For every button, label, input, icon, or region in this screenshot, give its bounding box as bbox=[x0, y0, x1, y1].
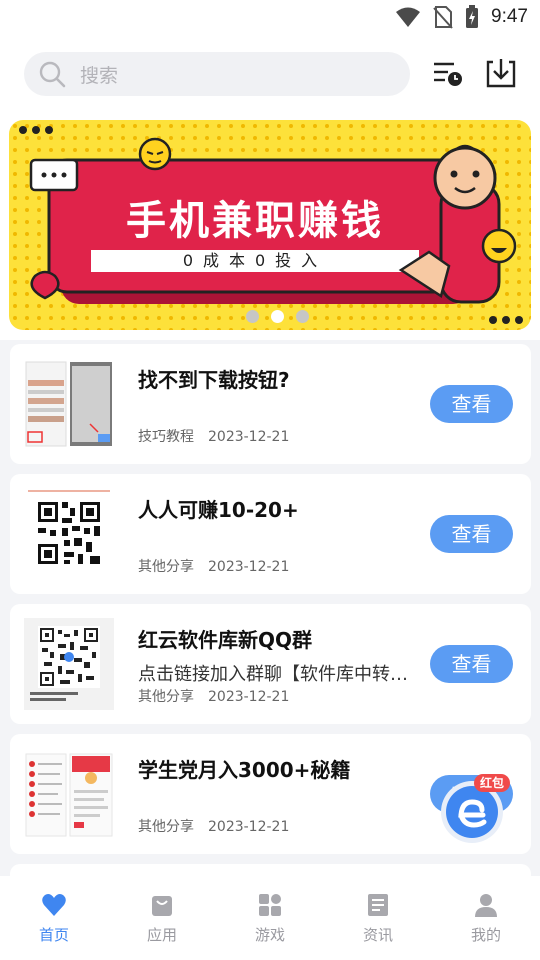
card-date: 2023-12-21 bbox=[208, 429, 290, 445]
card-date: 2023-12-21 bbox=[208, 689, 290, 705]
red-packet-badge: 红包 bbox=[479, 776, 504, 790]
qr-thumbnail bbox=[24, 488, 114, 580]
nav-label: 我的 bbox=[470, 926, 501, 944]
grid-icon bbox=[259, 894, 281, 916]
card-title: 找不到下载按钮? bbox=[138, 368, 290, 392]
search-bar[interactable]: 搜索 bbox=[24, 52, 410, 96]
nav-apps[interactable]: 应用 bbox=[122, 892, 202, 945]
card-category: 其他分享 bbox=[138, 819, 194, 835]
nav-label: 游戏 bbox=[254, 926, 285, 944]
history-list-icon[interactable] bbox=[430, 56, 464, 90]
card-category: 其他分享 bbox=[138, 689, 194, 705]
red-packet-floating-button[interactable]: 红包 bbox=[436, 772, 512, 848]
nav-label: 应用 bbox=[146, 926, 177, 944]
card-title: 红云软件库新QQ群 bbox=[138, 628, 313, 652]
card-category: 技巧教程 bbox=[138, 429, 194, 445]
search-icon bbox=[39, 61, 66, 88]
search-input[interactable]: 搜索 bbox=[80, 61, 118, 88]
list-item[interactable]: 红云软件库新QQ群 点击链接加入群聊【软件库中转… 其他分享 2023-12-21… bbox=[10, 604, 531, 724]
banner-section: 手机兼职赚钱 0成本0投入 bbox=[0, 112, 540, 340]
status-icons: 9:47 bbox=[395, 5, 528, 29]
list-item[interactable]: 找不到下载按钮? 技巧教程 2023-12-21 查看 bbox=[10, 344, 531, 464]
banner-dot[interactable] bbox=[246, 310, 259, 323]
nav-news[interactable]: 资讯 bbox=[338, 892, 418, 945]
card-meta: 其他分享 2023-12-21 bbox=[138, 556, 289, 576]
nav-games[interactable]: 游戏 bbox=[230, 892, 310, 945]
bag-icon bbox=[152, 896, 172, 916]
nav-profile[interactable]: 我的 bbox=[446, 892, 526, 945]
list-item[interactable]: 人人可赚10-20+ 其他分享 2023-12-21 查看 bbox=[10, 474, 531, 594]
top-bar: 搜索 bbox=[0, 36, 540, 112]
bottom-navigation: 首页 应用 游戏 资讯 我的 bbox=[0, 876, 540, 960]
qr-group-thumbnail bbox=[24, 618, 114, 710]
banner-pagination bbox=[246, 310, 309, 323]
card-title: 学生党月入3000+秘籍 bbox=[138, 758, 351, 782]
user-icon bbox=[475, 894, 497, 917]
wifi-icon bbox=[396, 7, 421, 27]
banner-title: 手机兼职赚钱 bbox=[126, 198, 384, 244]
card-subtitle: 点击链接加入群聊【软件库中转… bbox=[138, 664, 408, 685]
heart-icon bbox=[42, 894, 66, 916]
banner-subtitle: 0成本0投入 bbox=[182, 251, 328, 270]
card-meta: 其他分享 2023-12-21 bbox=[138, 816, 289, 836]
card-title: 人人可赚10-20+ bbox=[138, 498, 299, 522]
nav-home[interactable]: 首页 bbox=[14, 892, 94, 945]
battery-charging-icon bbox=[466, 5, 479, 28]
promo-banner[interactable]: 手机兼职赚钱 0成本0投入 bbox=[9, 120, 531, 330]
card-meta: 技巧教程 2023-12-21 bbox=[138, 426, 289, 446]
banner-dot[interactable] bbox=[296, 310, 309, 323]
nav-label: 资讯 bbox=[362, 926, 393, 944]
card-meta: 其他分享 2023-12-21 bbox=[138, 686, 289, 706]
card-date: 2023-12-21 bbox=[208, 559, 290, 575]
no-sim-icon bbox=[433, 6, 453, 29]
banner-dot-active[interactable] bbox=[271, 310, 284, 323]
article-thumbnail bbox=[24, 358, 114, 450]
view-button[interactable]: 查看 bbox=[430, 385, 513, 423]
status-time: 9:47 bbox=[491, 6, 528, 27]
news-icon bbox=[368, 894, 388, 916]
article-thumbnail bbox=[24, 748, 114, 840]
card-date: 2023-12-21 bbox=[208, 819, 290, 835]
view-button[interactable]: 查看 bbox=[430, 515, 513, 553]
view-button[interactable]: 查看 bbox=[430, 645, 513, 683]
card-category: 其他分享 bbox=[138, 559, 194, 575]
nav-label: 首页 bbox=[38, 926, 69, 944]
download-icon[interactable] bbox=[484, 56, 518, 90]
status-bar: 9:47 bbox=[0, 0, 540, 36]
